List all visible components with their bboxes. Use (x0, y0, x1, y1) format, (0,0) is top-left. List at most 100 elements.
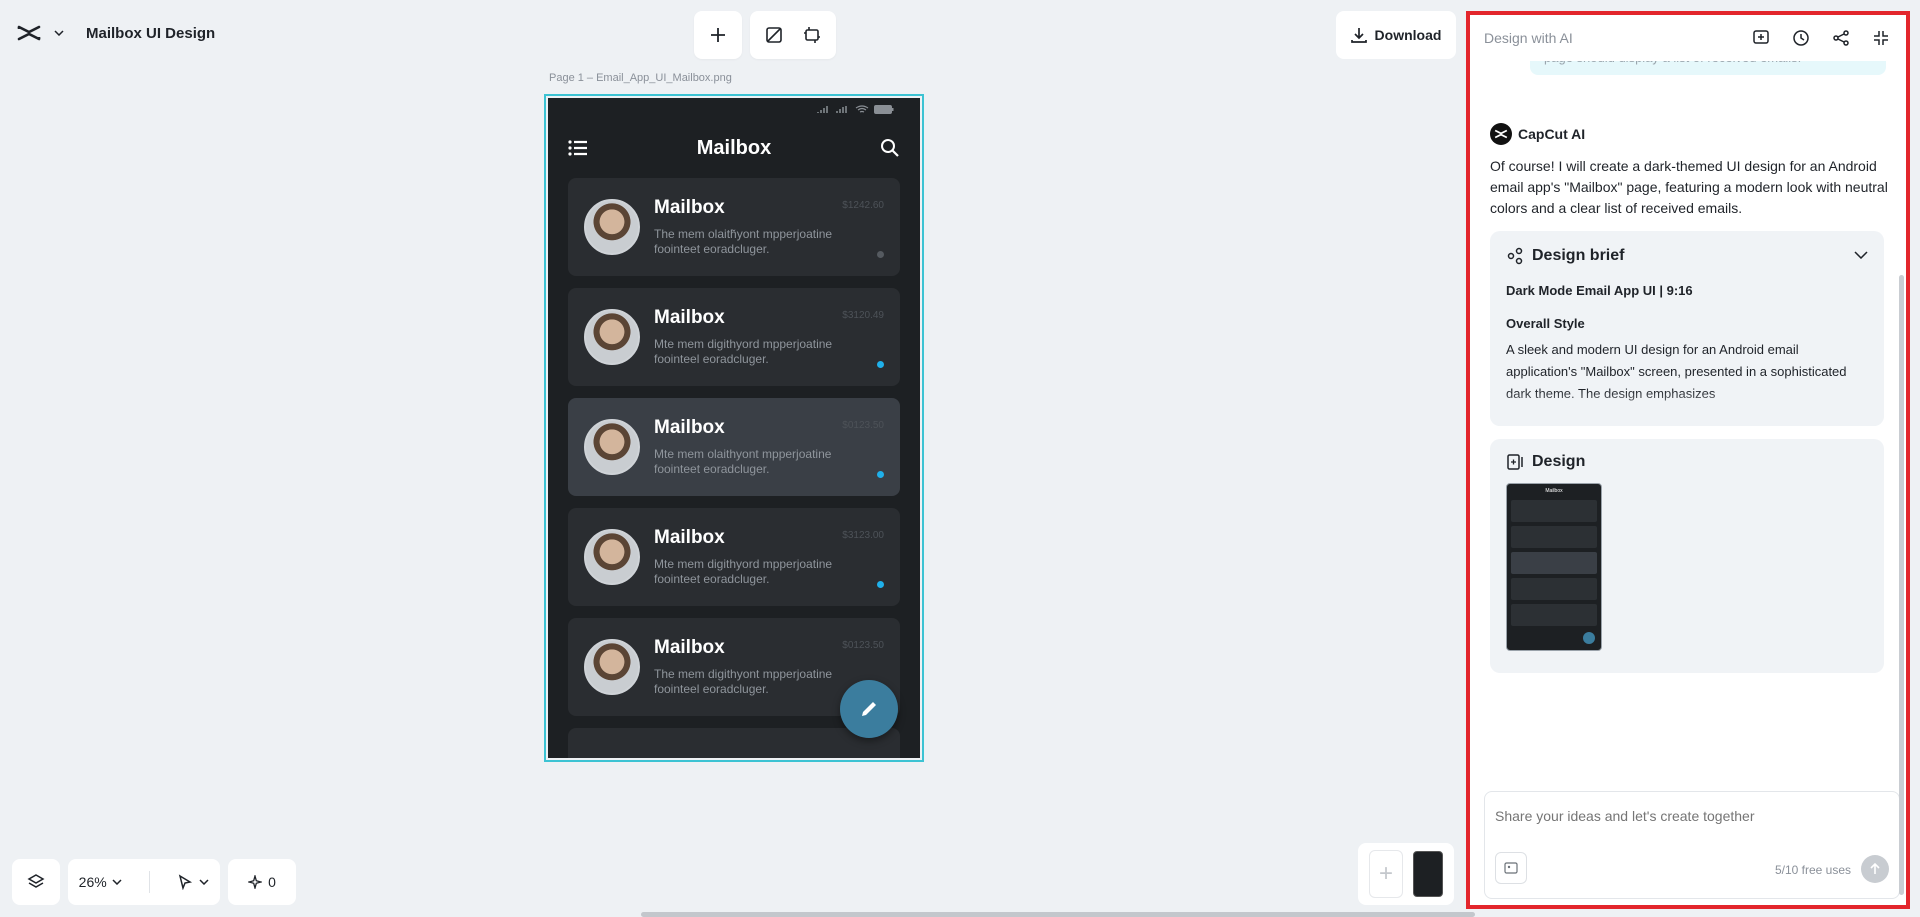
arrow-up-icon (1870, 863, 1880, 874)
design-thumbnail[interactable]: Mailbox (1506, 483, 1602, 651)
layers-icon (27, 874, 45, 888)
capcut-logo-icon[interactable] (14, 18, 44, 48)
image-upload-icon (1504, 862, 1518, 874)
menu-icon[interactable] (568, 139, 588, 157)
pointer-tool[interactable] (177, 874, 209, 890)
prompt-input[interactable] (1495, 808, 1875, 824)
avatar (584, 309, 640, 365)
email-time: $3123.00 (842, 530, 884, 541)
add-toolbar (694, 11, 742, 59)
brief-subtitle: Dark Mode Email App UI | 9:16 (1506, 283, 1693, 298)
capcut-ai-icon (1490, 123, 1512, 145)
ai-name: CapCut AI (1518, 126, 1586, 142)
email-item[interactable]: Mailbox Mte mem digithyord mpperjoatine … (568, 508, 900, 606)
thumb-row (1511, 578, 1597, 600)
design-brief-card[interactable]: Design brief Dark Mode Email App UI | 9:… (1490, 231, 1884, 426)
search-icon[interactable] (880, 138, 900, 158)
download-icon (1350, 28, 1367, 43)
signal-icon (817, 105, 828, 113)
email-item[interactable]: Mailbox Mte mem digithyord mpperjoatine … (568, 288, 900, 386)
thumb-row (1511, 526, 1597, 548)
thumb-row (1511, 500, 1597, 522)
history-icon[interactable] (1792, 29, 1810, 47)
send-button[interactable] (1861, 855, 1889, 883)
page-strip: + (1358, 843, 1454, 905)
design-icon (1507, 454, 1523, 470)
project-title[interactable]: Mailbox UI Design (86, 25, 215, 42)
email-preview: Mte mem digithyord mpperjoatine foointee… (654, 557, 833, 586)
app-bar: Mailbox (548, 120, 920, 176)
horizontal-scrollbar[interactable] (641, 912, 1475, 917)
email-item[interactable] (568, 728, 900, 758)
divider (149, 871, 150, 893)
page-label: Page 1 – Email_App_UI_Mailbox.png (549, 72, 732, 84)
email-time: $1242.60 (842, 200, 884, 211)
email-time: $3120.49 (842, 310, 884, 321)
add-page-button[interactable]: + (1369, 850, 1403, 898)
zoom-level[interactable]: 26% (79, 874, 122, 890)
design-result-card: Design Mailbox (1490, 439, 1884, 673)
avatar (584, 639, 640, 695)
chevron-down-icon[interactable] (1854, 251, 1868, 259)
design-with-ai-panel: page should display a list of received e… (1466, 11, 1910, 909)
wifi-icon (855, 104, 869, 113)
email-time: $0123.50 (842, 420, 884, 431)
cursor-icon (179, 874, 193, 890)
brief-heading: Design brief (1532, 247, 1625, 264)
unread-indicator (877, 581, 884, 588)
zoom-controls: 26% (68, 859, 220, 905)
email-preview: Mte mem digithyord mpperjoatine foointee… (654, 337, 833, 366)
thumbnail-title: Mailbox (1545, 488, 1563, 494)
ai-effects-button[interactable]: 0 (228, 859, 296, 905)
pencil-icon (862, 702, 876, 716)
panel-scrollbar[interactable] (1899, 275, 1904, 895)
ai-message: Of course! I will create a dark-themed U… (1490, 158, 1888, 216)
page-thumbnail[interactable] (1413, 851, 1443, 897)
avatar (584, 199, 640, 255)
unread-indicator (877, 361, 884, 368)
brief-icon (1507, 247, 1523, 265)
status-bar (548, 98, 920, 120)
fade-overlay (1490, 390, 1884, 426)
ai-author: CapCut AI (1490, 123, 1585, 145)
mailbox-title: Mailbox (696, 136, 772, 159)
add-button[interactable] (706, 23, 730, 47)
email-item[interactable]: Mailbox Mte mem olaithyont mpperjoatine … (568, 398, 900, 496)
avatar (584, 529, 640, 585)
compose-button[interactable] (840, 680, 898, 738)
chevron-down-icon (199, 879, 209, 885)
email-preview: Mte mem olaithyont mpperjoatine foointee… (654, 447, 832, 476)
selected-design-frame[interactable]: Mailbox Mailbox The mem olaith̃yont mppe… (544, 94, 924, 762)
thumb-row (1511, 552, 1597, 574)
download-label: Download (1374, 27, 1442, 43)
email-preview: The mem digithyont mpperjoatine foointee… (654, 667, 833, 696)
unread-indicator (877, 471, 884, 478)
design-heading: Design (1532, 453, 1586, 470)
thumb-row (1511, 604, 1597, 626)
chat-composer: 5/10 free uses (1484, 791, 1900, 899)
chevron-down-icon (112, 879, 122, 885)
battery-icon (874, 104, 894, 114)
email-item[interactable]: Mailbox The mem olaith̃yont mpperjoatine… (568, 178, 900, 276)
new-chat-icon[interactable] (1752, 29, 1770, 47)
upload-image-button[interactable] (1495, 852, 1527, 884)
sparkle-icon (248, 875, 263, 889)
download-button[interactable]: Download (1336, 11, 1456, 59)
brief-style-heading: Overall Style (1506, 316, 1585, 331)
erase-tool-icon[interactable] (762, 23, 786, 47)
resize-tool-icon[interactable] (800, 23, 824, 47)
zoom-value: 26% (78, 874, 107, 890)
panel-title: Design with AI (1484, 30, 1573, 46)
effects-count: 0 (268, 874, 276, 890)
email-preview: The mem olaith̃yont mpperjoatine foointe… (654, 227, 833, 256)
edit-toolbar (750, 11, 836, 59)
chevron-down-icon[interactable] (52, 26, 66, 40)
panel-header: Design with AI (1470, 15, 1906, 61)
phone-screen: Mailbox Mailbox The mem olaith̃yont mppe… (548, 98, 920, 758)
read-indicator (877, 251, 884, 258)
share-icon[interactable] (1832, 29, 1850, 47)
thumb-fab (1583, 632, 1595, 644)
email-list: Mailbox The mem olaith̃yont mpperjoatine… (548, 178, 920, 758)
layers-button[interactable] (12, 859, 60, 905)
collapse-icon[interactable] (1872, 29, 1890, 47)
